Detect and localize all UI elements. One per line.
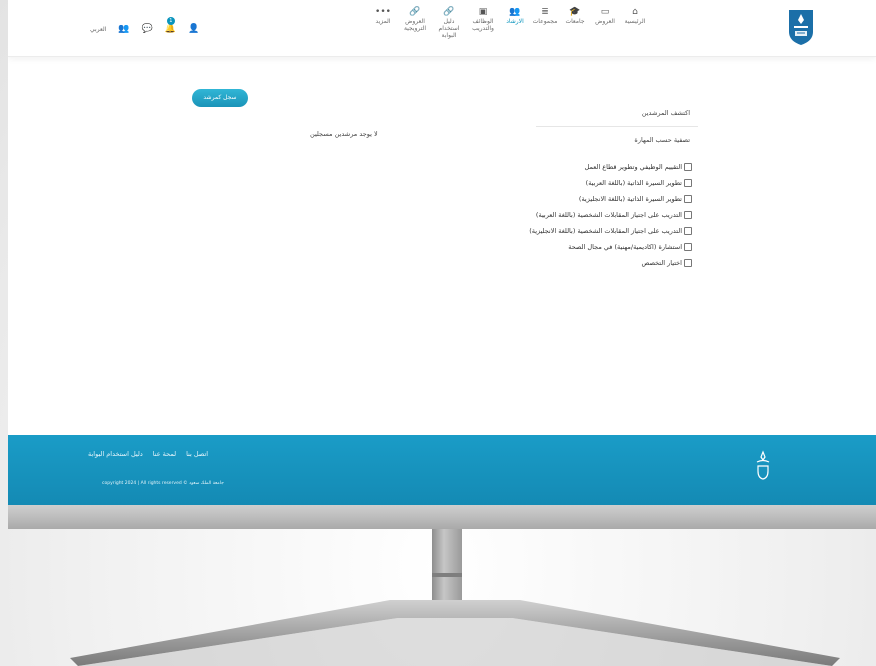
skill-filter-list: التقييم الوظيفي وتطوير قطاع العمل تطوير ا… bbox=[529, 159, 692, 271]
register-as-mentor-button[interactable]: سجل كمرشد bbox=[192, 89, 248, 107]
monitor-neck bbox=[432, 529, 462, 601]
top-header: ⌂ الرئيسية ▭ العروض 🎓 جامعات ≣ مجموعات 👥 الارشاد ▣… bbox=[8, 0, 876, 57]
skill-filter-item[interactable]: تطوير السيرة الذاتية (باللغة العربية) bbox=[529, 175, 692, 191]
university-logo[interactable] bbox=[786, 8, 816, 46]
nav-item-label: مجموعات bbox=[532, 18, 558, 25]
nav-item-label: العروض الترويجية bbox=[403, 18, 427, 32]
nav-item-portal_guide[interactable]: 🔗 دليل استخدام البوابة bbox=[434, 6, 464, 56]
nav-item-label: الوظائف والتدريب bbox=[472, 18, 494, 32]
no-mentors-message: لا يوجد مرشدين مسجلين bbox=[310, 130, 378, 138]
skill-checkbox[interactable] bbox=[684, 195, 692, 203]
footer-link-contact[interactable]: اتصل بنا bbox=[186, 450, 208, 458]
nav-item-home[interactable]: ⌂ الرئيسية bbox=[622, 6, 648, 56]
skill-filter-item[interactable]: اختيار التخصص bbox=[529, 255, 692, 271]
notification-badge: 1 bbox=[166, 17, 175, 25]
skill-label: التدريب على اجتياز المقابلات الشخصية (با… bbox=[535, 211, 682, 219]
home-icon: ⌂ bbox=[632, 7, 638, 17]
skill-checkbox[interactable] bbox=[684, 163, 692, 171]
skill-filter-item[interactable]: التدريب على اجتياز المقابلات الشخصية (با… bbox=[529, 223, 692, 239]
skill-label: تطوير السيرة الذاتية (باللغة العربية) bbox=[585, 179, 682, 187]
nav-item-label: الرئيسية bbox=[624, 18, 646, 25]
skill-filter-item[interactable]: التقييم الوظيفي وتطوير قطاع العمل bbox=[529, 159, 692, 175]
user-profile-icon[interactable]: 👤 bbox=[188, 24, 199, 34]
graduation-cap-icon: 🎓 bbox=[569, 7, 581, 17]
nav-item-offers[interactable]: ▭ العروض bbox=[592, 6, 618, 56]
nav-item-label: الارشاد bbox=[506, 18, 524, 25]
monitor-stand bbox=[70, 600, 840, 666]
language-switcher[interactable]: العربي bbox=[90, 26, 106, 33]
user-tools: العربي 👥 💬 🔔 1 👤 bbox=[90, 17, 199, 34]
skill-checkbox[interactable] bbox=[684, 179, 692, 187]
nav-item-label: العروض bbox=[595, 18, 615, 25]
skill-label: تطوير السيرة الذاتية (باللغة الانجليزية) bbox=[578, 195, 682, 203]
notifications-icon[interactable]: 🔔 1 bbox=[165, 17, 176, 34]
footer: اتصل بنا لمحة عنا دليل استخدام البوابة c… bbox=[8, 435, 876, 505]
footer-link-about[interactable]: لمحة عنا bbox=[153, 450, 176, 458]
skill-filter-item[interactable]: التدريب على اجتياز المقابلات الشخصية (با… bbox=[529, 207, 692, 223]
skill-filter-item[interactable]: تطوير السيرة الذاتية (باللغة الانجليزية) bbox=[529, 191, 692, 207]
nav-item-jobs[interactable]: ▣ الوظائف والتدريب bbox=[468, 6, 498, 56]
more-icon: ••• bbox=[375, 7, 391, 17]
list-icon: ≣ bbox=[541, 7, 549, 17]
skill-label: استشارة (اكاديمية/مهنية) في مجال الصحة bbox=[568, 243, 682, 251]
nav-item-more[interactable]: ••• المزيد bbox=[370, 6, 396, 56]
nav-item-promo[interactable]: 🔗 العروض الترويجية bbox=[400, 6, 430, 56]
nav-item-label: جامعات bbox=[565, 18, 585, 25]
footer-links: اتصل بنا لمحة عنا دليل استخدام البوابة bbox=[88, 450, 208, 458]
briefcase-icon: ▣ bbox=[478, 7, 488, 17]
nav-item-guidance[interactable]: 👥 الارشاد bbox=[502, 6, 528, 56]
filter-by-skill-title: تصفية حسب المهارة bbox=[634, 136, 690, 144]
nav-item-universities[interactable]: 🎓 جامعات bbox=[562, 6, 588, 56]
skill-label: التقييم الوظيفي وتطوير قطاع العمل bbox=[584, 163, 682, 171]
skill-checkbox[interactable] bbox=[684, 259, 692, 267]
footer-logo-icon bbox=[756, 450, 770, 480]
monitor-screen: ⌂ الرئيسية ▭ العروض 🎓 جامعات ≣ مجموعات 👥 الارشاد ▣… bbox=[8, 0, 876, 528]
nav-item-label: المزيد bbox=[375, 18, 391, 25]
skill-checkbox[interactable] bbox=[684, 227, 692, 235]
discover-mentors-title: اكتشف المرشدين bbox=[641, 109, 690, 117]
panel-divider bbox=[536, 126, 698, 127]
link-icon: 🔗 bbox=[409, 7, 421, 17]
skill-label: التدريب على اجتياز المقابلات الشخصية (با… bbox=[529, 227, 682, 235]
card-icon: ▭ bbox=[600, 7, 610, 17]
skill-checkbox[interactable] bbox=[684, 211, 692, 219]
skill-label: اختيار التخصص bbox=[641, 259, 682, 267]
nav-item-groups[interactable]: ≣ مجموعات bbox=[532, 6, 558, 56]
skill-checkbox[interactable] bbox=[684, 243, 692, 251]
nav-item-label: دليل استخدام البوابة bbox=[438, 18, 460, 39]
monitor-bezel bbox=[8, 505, 876, 529]
skill-filter-item[interactable]: استشارة (اكاديمية/مهنية) في مجال الصحة bbox=[529, 239, 692, 255]
copyright-text: copyright 2024 | All rights reserved © ج… bbox=[102, 481, 224, 486]
link-icon: 🔗 bbox=[443, 7, 455, 17]
mentors-icon: 👥 bbox=[509, 7, 521, 17]
main-navigation: ⌂ الرئيسية ▭ العروض 🎓 جامعات ≣ مجموعات 👥 الارشاد ▣… bbox=[368, 6, 650, 56]
chat-icon[interactable]: 💬 bbox=[142, 24, 153, 34]
users-icon[interactable]: 👥 bbox=[118, 24, 129, 34]
footer-link-portal-guide[interactable]: دليل استخدام البوابة bbox=[88, 450, 143, 458]
